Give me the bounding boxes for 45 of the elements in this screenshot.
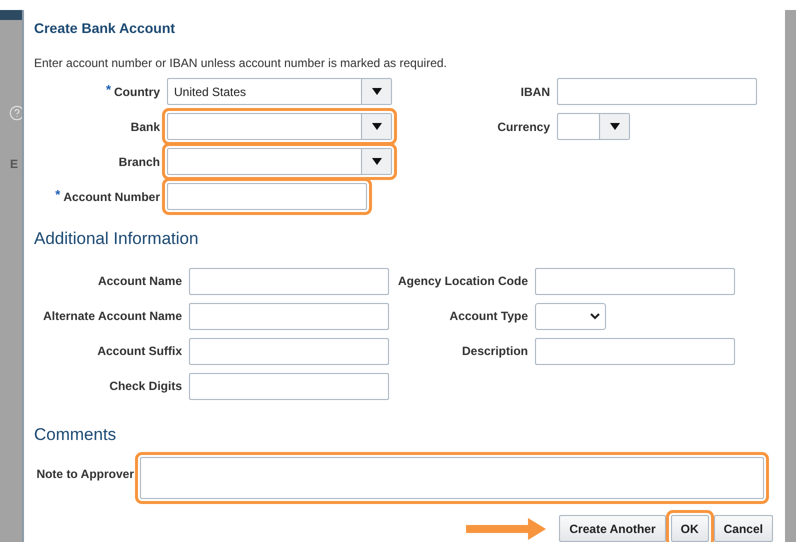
field-label: Check Digits: [109, 378, 182, 395]
field-label: Account Number: [63, 188, 160, 206]
field-label: Account Suffix: [97, 343, 182, 360]
input-field[interactable]: [535, 338, 735, 364]
field-label: Branch: [118, 154, 160, 170]
field-label: Bank: [130, 118, 160, 136]
field-label: Agency Location Code: [398, 273, 528, 290]
caret-icon: [610, 123, 620, 130]
chevron-icon: [590, 312, 600, 320]
dialog-button[interactable]: Cancel: [714, 515, 773, 542]
required-mark: *: [106, 80, 111, 99]
field-label: Currency: [497, 118, 550, 136]
instruction-text: Enter account number or IBAN unless account number is marked as required.: [34, 55, 448, 72]
dropdown-field[interactable]: [167, 113, 392, 140]
required-mark: *: [55, 186, 60, 204]
field-label: Description: [462, 343, 528, 360]
field-value: United States: [174, 84, 246, 100]
caret-icon: [372, 88, 382, 95]
field-label: Country: [114, 84, 160, 100]
input-field[interactable]: [535, 268, 735, 294]
field-label: IBAN: [520, 84, 550, 100]
caret-icon: [372, 158, 382, 165]
field-label: Note to Approver: [35, 466, 134, 483]
input-field[interactable]: [557, 78, 757, 105]
input-field[interactable]: [189, 268, 389, 294]
dropdown-field[interactable]: [167, 148, 392, 175]
dialog-button[interactable]: Create Another: [559, 515, 666, 542]
dialog-title: Create Bank Account: [34, 19, 176, 38]
section-heading: Additional Information: [34, 228, 200, 250]
input-field[interactable]: [189, 338, 389, 364]
field-label: Alternate Account Name: [43, 308, 182, 325]
header-bar: [0, 10, 22, 20]
input-field[interactable]: [189, 372, 389, 400]
field-label: Account Name: [98, 273, 182, 290]
dialog-button[interactable]: OK: [670, 515, 709, 542]
dropdown-field[interactable]: [557, 113, 630, 140]
dropdown-field[interactable]: United States: [167, 78, 392, 105]
input-field[interactable]: [167, 183, 367, 210]
section-heading: Comments: [34, 424, 118, 446]
background-text: E: [10, 156, 18, 173]
help-icon: [9, 105, 25, 121]
field-label: Account Type: [450, 308, 528, 325]
caret-icon: [372, 123, 382, 130]
select-field[interactable]: [535, 302, 606, 330]
input-field[interactable]: [189, 302, 389, 330]
